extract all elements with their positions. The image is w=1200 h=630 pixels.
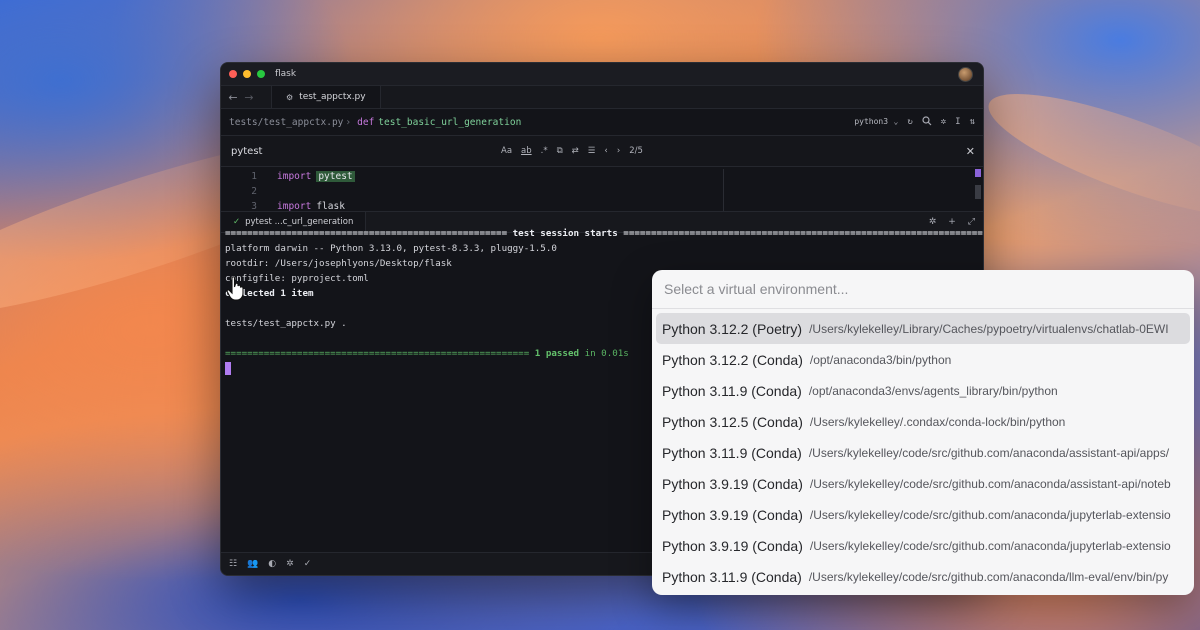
environment-path: /Users/kylekelley/code/src/github.com/an… — [809, 476, 1171, 491]
hand-pointer-icon — [226, 276, 244, 301]
maximize-window-button[interactable] — [257, 70, 265, 78]
title-bar: flask — [221, 63, 983, 86]
environment-option[interactable]: Python 3.12.2 (Poetry) /Users/kylekelley… — [656, 313, 1190, 344]
session-header-right: ========================================… — [623, 228, 983, 239]
find-tools: Aa ab .* ⧉ ⇄ ☰ ‹ › 2/5 — [501, 136, 643, 166]
code-identifier-highlighted: pytest — [316, 171, 355, 182]
tab-test-appctx[interactable]: ⚙ test_appctx.py — [271, 86, 381, 108]
breadcrumb-separator: › — [345, 116, 352, 128]
environment-option[interactable]: Python 3.11.9 (Conda) /opt/anaconda3/env… — [656, 375, 1190, 406]
environment-option[interactable]: Python 3.12.2 (Conda) /opt/anaconda3/bin… — [656, 344, 1190, 375]
chevron-right-icon[interactable]: › — [617, 146, 620, 156]
session-header-left: ========================================… — [225, 228, 508, 239]
scrollbar[interactable] — [975, 169, 981, 205]
environment-path: /Users/kylekelley/code/src/github.com/an… — [809, 507, 1171, 522]
find-bar: pytest Aa ab .* ⧉ ⇄ ☰ ‹ › 2/5 ✕ — [221, 135, 983, 167]
restart-icon[interactable]: ↻ — [907, 117, 912, 127]
outline-icon[interactable]: ☷ — [229, 559, 237, 569]
debug-icon[interactable]: ✲ — [286, 559, 294, 569]
environment-search-input[interactable]: Select a virtual environment... — [652, 270, 1194, 309]
chevron-left-icon[interactable]: ‹ — [604, 146, 607, 156]
arrow-right-icon[interactable]: → — [241, 91, 257, 104]
environment-option[interactable]: Python 3.12.5 (Conda) /Users/kylekelley/… — [656, 406, 1190, 437]
terminal-line: platform darwin -- Python 3.13.0, pytest… — [225, 243, 557, 254]
window-controls — [229, 70, 265, 78]
editor-toolbar: python3 ⌄ ↻ ✲ I ⇅ — [854, 109, 975, 135]
environment-name: Python 3.9.19 (Conda) — [662, 475, 803, 492]
environment-option[interactable]: Python 3.9.19 (Conda) /Users/kylekelley/… — [656, 530, 1190, 561]
kernel-selector[interactable]: python3 ⌄ — [854, 117, 898, 127]
match-case-toggle[interactable]: Aa — [501, 146, 512, 156]
code-line: 2 — [221, 184, 983, 199]
environment-option[interactable]: Python 3.9.19 (Conda) /Users/kylekelley/… — [656, 468, 1190, 499]
environment-option[interactable]: Python 3.11.9 (Conda) /Users/kylekelley/… — [656, 561, 1190, 592]
environment-name: Python 3.11.9 (Conda) — [662, 382, 802, 399]
search-icon[interactable] — [922, 115, 932, 129]
avatar[interactable] — [958, 67, 973, 82]
environment-path: /opt/anaconda3/bin/python — [809, 352, 952, 367]
result-passed: 1 passed — [529, 348, 580, 359]
line-number: 2 — [251, 186, 257, 197]
code-keyword: import — [277, 171, 312, 182]
replace-icon[interactable]: ⇄ — [572, 146, 579, 156]
virtual-environment-picker: Select a virtual environment... Python 3… — [652, 270, 1194, 595]
window-title: flask — [275, 69, 297, 79]
environment-name: Python 3.11.9 (Conda) — [662, 444, 802, 461]
terminal-cursor — [225, 362, 231, 375]
environment-path: /Users/kylekelley/code/src/github.com/an… — [808, 569, 1169, 584]
environment-path: /Users/kylekelley/code/src/github.com/an… — [809, 538, 1171, 553]
check-icon[interactable]: ✓ — [304, 559, 312, 569]
environment-name: Python 3.12.2 (Conda) — [662, 351, 803, 368]
environment-path: /Users/kylekelley/code/src/github.com/an… — [808, 445, 1170, 460]
code-line: 1 import pytest — [221, 169, 983, 184]
environment-option[interactable]: Python 3.11.9 (Conda) /Users/kylekelley/… — [656, 437, 1190, 468]
environment-option[interactable]: Python 3.9.19 (Conda) /Users/kylekelley/… — [656, 499, 1190, 530]
environment-name: Python 3.9.19 (Conda) — [662, 506, 803, 523]
breadcrumb-file[interactable]: tests/test_appctx.py — [229, 117, 343, 128]
environment-name: Python 3.11.9 (Conda) — [662, 568, 802, 585]
session-header-title: test session starts — [507, 228, 624, 239]
environment-list: Python 3.12.2 (Poetry) /Users/kylekelley… — [652, 309, 1194, 592]
text-cursor-icon[interactable]: I — [955, 117, 960, 127]
environment-name: Python 3.12.5 (Conda) — [662, 413, 803, 430]
terminal-line: rootdir: /Users/josephlyons/Desktop/flas… — [225, 258, 452, 269]
find-input[interactable]: pytest — [231, 146, 262, 157]
arrow-left-icon[interactable]: ← — [225, 91, 241, 104]
settings-sliders-icon[interactable]: ⇅ — [970, 117, 975, 127]
chevron-down-icon: ⌄ — [893, 117, 899, 126]
line-number: 1 — [251, 171, 257, 182]
match-word-toggle[interactable]: ab — [521, 146, 532, 156]
terminal-line: ========================================… — [225, 226, 983, 241]
close-icon[interactable]: ✕ — [966, 136, 975, 166]
environment-name: Python 3.12.2 (Poetry) — [662, 320, 803, 337]
assistant-icon[interactable]: ✲ — [941, 117, 946, 127]
tab-bar: ← → ⚙ test_appctx.py — [221, 86, 983, 109]
wallpaper-highlight — [977, 70, 1200, 240]
close-window-button[interactable] — [229, 70, 237, 78]
tab-label: test_appctx.py — [299, 92, 366, 102]
result-bar: ========================================… — [225, 348, 530, 359]
match-count: 2/5 — [629, 146, 643, 156]
kernel-label: python3 — [854, 117, 889, 126]
breadcrumb-function[interactable]: test_basic_url_generation — [378, 117, 521, 128]
code-editor[interactable]: 1 import pytest 2 3 import flask — [221, 169, 983, 212]
breadcrumb: tests/test_appctx.py › def test_basic_ur… — [221, 109, 983, 135]
environment-path: /Users/kylekelley/.condax/conda-lock/bin… — [809, 414, 1066, 429]
environment-path: /opt/anaconda3/envs/agents_library/bin/p… — [808, 383, 1058, 398]
microphone-icon[interactable]: ◐ — [268, 559, 276, 569]
environment-name: Python 3.9.19 (Conda) — [662, 537, 803, 554]
environment-path: /Users/kylekelley/Library/Caches/pypoetr… — [809, 321, 1169, 336]
breadcrumb-keyword: def — [357, 116, 375, 128]
collaborators-icon[interactable]: 👥 — [247, 559, 258, 569]
toggle-search-options-icon[interactable]: ☰ — [588, 146, 596, 156]
python-file-icon: ⚙ — [286, 92, 294, 102]
minimize-window-button[interactable] — [243, 70, 251, 78]
pane-divider — [723, 169, 724, 211]
select-all-matches-icon[interactable]: ⧉ — [557, 146, 563, 156]
regex-toggle[interactable]: .* — [541, 146, 548, 156]
result-time: in 0.01s — [579, 348, 629, 359]
